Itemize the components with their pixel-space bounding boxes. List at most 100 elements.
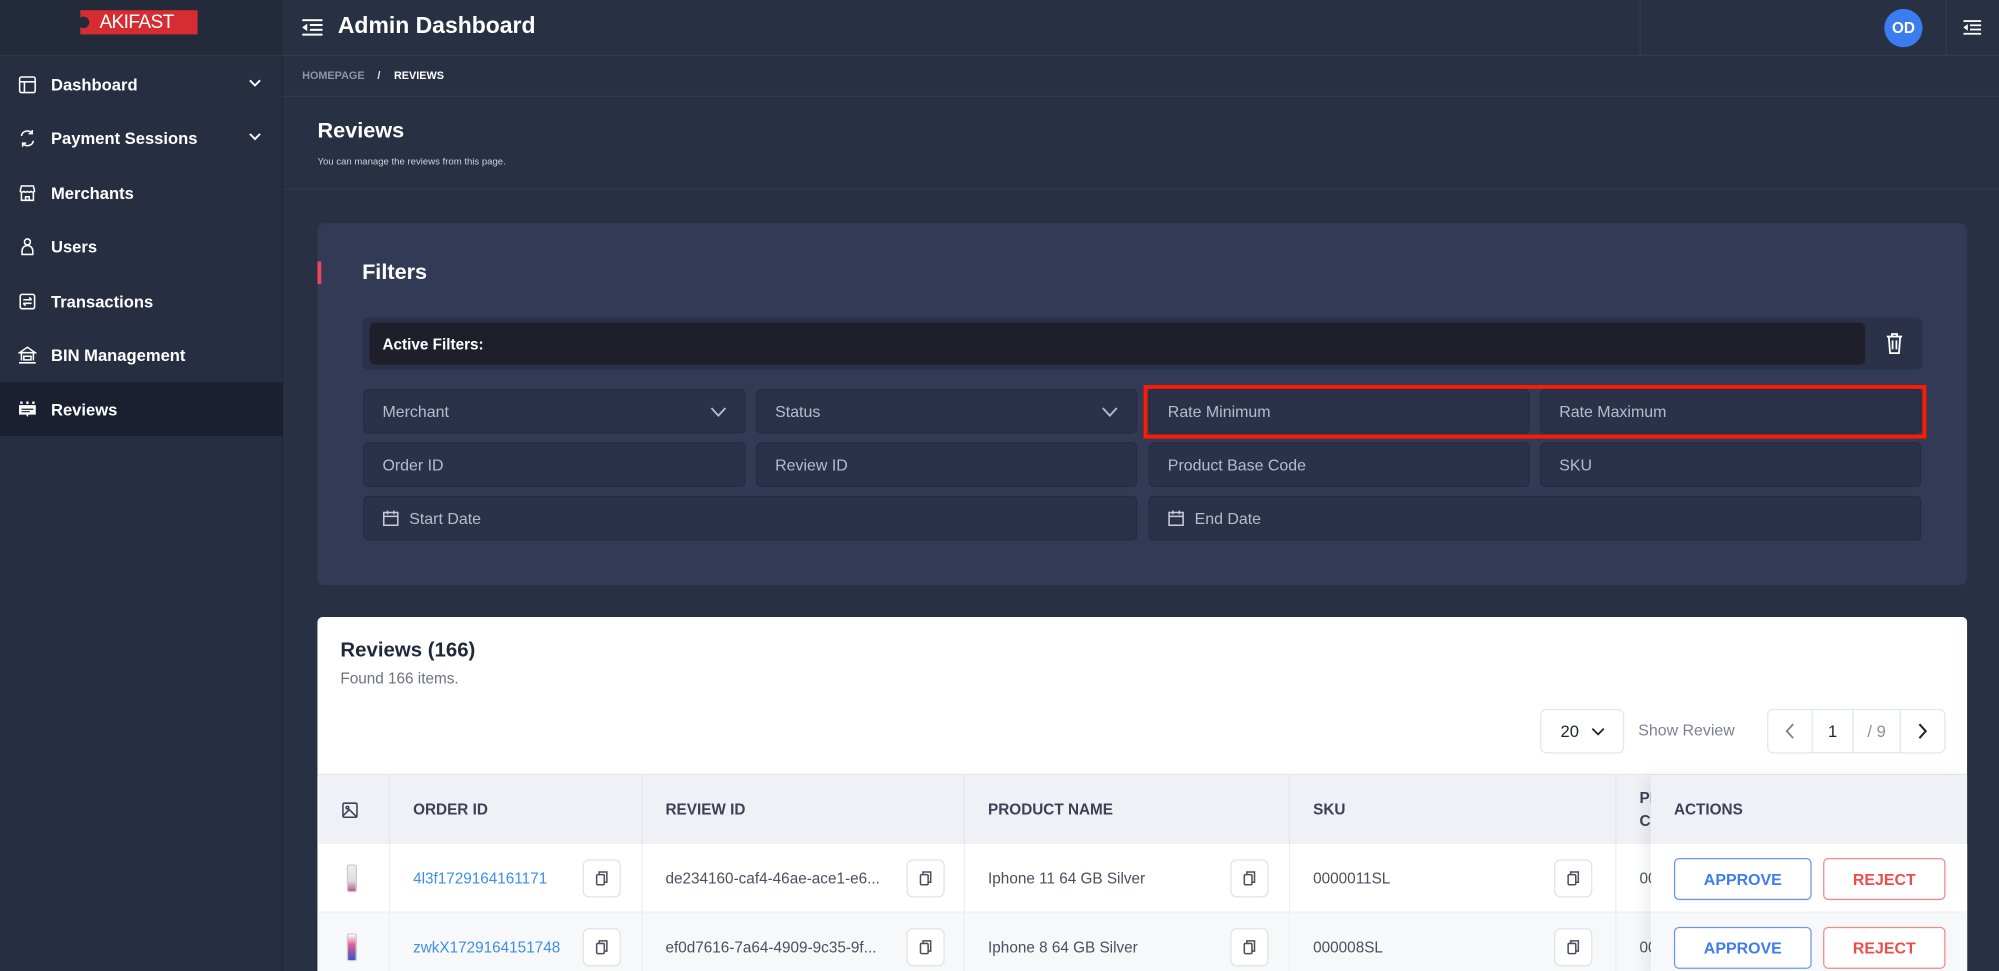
start-date-input[interactable]: Start Date <box>363 495 1138 541</box>
copy-icon <box>595 871 608 886</box>
sku-text: 000008SL <box>1313 937 1383 956</box>
copy-button[interactable] <box>906 859 945 898</box>
layout-icon <box>18 75 36 93</box>
partial-header-bottom: C <box>1639 812 1651 830</box>
sidebar-item-transactions[interactable]: Transactions <box>0 274 283 328</box>
copy-button[interactable] <box>582 928 621 967</box>
sku-cell: 000008SL <box>1290 912 1617 971</box>
current-page-input[interactable]: 1 <box>1811 708 1854 754</box>
order-id-cell: zwkX1729164151748 <box>390 912 643 971</box>
column-header-actions: ACTIONS <box>1650 775 1968 844</box>
collapse-panel-icon[interactable] <box>1963 19 1982 36</box>
product-name-cell: Iphone 8 64 GB Silver <box>965 912 1291 971</box>
active-filters-label: Active Filters: <box>369 322 1866 365</box>
breadcrumb-separator: / <box>377 68 381 82</box>
bank-icon <box>17 345 37 363</box>
logo-area: AKIFAST <box>0 0 284 57</box>
review-id-input[interactable]: Review ID <box>756 442 1138 488</box>
chevron-down-icon <box>1102 407 1118 417</box>
sidebar-item-bin-management[interactable]: BIN Management <box>0 328 283 382</box>
approve-button[interactable]: APPROVE <box>1673 926 1812 969</box>
collapse-menu-icon[interactable] <box>302 19 323 36</box>
sidebar-item-label: BIN Management <box>50 344 186 364</box>
page-gutter <box>1967 617 1999 971</box>
copy-button[interactable] <box>906 928 945 967</box>
end-date-placeholder: End Date <box>1194 509 1262 528</box>
product-thumbnail[interactable] <box>346 932 357 961</box>
page-size-select[interactable]: 20 <box>1540 708 1625 754</box>
reject-button[interactable]: REJECT <box>1823 926 1946 969</box>
copy-icon <box>919 871 932 886</box>
copy-button[interactable] <box>1230 928 1269 967</box>
sku-placeholder: SKU <box>1559 455 1592 474</box>
header-divider <box>1945 0 1947 57</box>
copy-icon <box>595 940 608 955</box>
copy-button[interactable] <box>582 859 621 898</box>
filters-title: Filters <box>362 260 428 285</box>
header-divider <box>1639 0 1641 57</box>
sidebar-item-payment-sessions[interactable]: Payment Sessions <box>0 111 283 165</box>
store-icon <box>19 184 36 201</box>
sku-text: 0000011SL <box>1313 868 1391 887</box>
copy-icon <box>1567 871 1580 886</box>
sidebar-item-label: Reviews <box>50 399 118 419</box>
order-id-link[interactable]: zwkX1729164151748 <box>413 938 560 956</box>
page-size-value: 20 <box>1560 721 1579 741</box>
breadcrumb-home[interactable]: HOMEPAGE <box>302 69 364 82</box>
trash-icon[interactable] <box>1886 331 1904 355</box>
order-id-input[interactable]: Order ID <box>363 442 746 488</box>
akifast-logo[interactable]: AKIFAST <box>77 10 198 35</box>
chevron-right-icon <box>1918 723 1928 739</box>
user-avatar[interactable]: OD <box>1884 8 1923 48</box>
product-name-text: Iphone 8 64 GB Silver <box>988 937 1138 956</box>
copy-button[interactable] <box>1554 928 1593 967</box>
breadcrumb-current: REVIEWS <box>393 68 444 82</box>
total-pages: / 9 <box>1852 708 1901 754</box>
column-header-review-id[interactable]: REVIEW ID <box>642 775 966 844</box>
sidebar-item-label: Users <box>50 236 98 256</box>
copy-button[interactable] <box>1230 859 1269 898</box>
end-date-input[interactable]: End Date <box>1148 495 1922 541</box>
review-id-placeholder: Review ID <box>775 455 848 474</box>
column-header-product-name[interactable]: PRODUCT NAME <box>965 775 1291 844</box>
sessions-icon <box>20 129 35 147</box>
sku-input[interactable]: SKU <box>1540 442 1922 488</box>
copy-icon <box>919 940 932 955</box>
copy-button[interactable] <box>1554 859 1593 898</box>
status-select[interactable]: Status <box>756 388 1138 434</box>
merchant-select[interactable]: Merchant <box>363 388 746 434</box>
product-name-cell: Iphone 11 64 GB Silver <box>965 843 1291 913</box>
chevron-down-icon <box>249 133 261 141</box>
column-header-image <box>318 775 391 844</box>
chevron-down-icon <box>249 79 261 87</box>
product-thumbnail[interactable] <box>346 863 357 892</box>
reject-button[interactable]: REJECT <box>1823 858 1946 901</box>
sidebar-item-label: Dashboard <box>50 74 138 94</box>
review-id-text: ef0d7616-7a64-4909-9c35-9f... <box>665 937 877 956</box>
sidebar-item-label: Transactions <box>50 291 154 311</box>
calendar-icon <box>382 510 399 527</box>
sidebar-item-users[interactable]: Users <box>0 219 283 273</box>
product-base-code-input[interactable]: Product Base Code <box>1148 442 1530 488</box>
copy-icon <box>1243 940 1256 955</box>
approve-button[interactable]: APPROVE <box>1673 858 1812 901</box>
start-date-placeholder: Start Date <box>409 509 481 528</box>
sidebar-item-label: Payment Sessions <box>50 128 198 148</box>
prev-page-button[interactable] <box>1767 708 1813 754</box>
next-page-button[interactable] <box>1899 708 1946 754</box>
sidebar-item-merchants[interactable]: Merchants <box>0 166 283 220</box>
column-header-order-id[interactable]: ORDER ID <box>390 775 643 844</box>
calendar-icon <box>1168 510 1184 527</box>
review-id-cell: de234160-caf4-46ae-ace1-e6... <box>642 843 966 913</box>
show-review-label: Show Review <box>1638 721 1735 740</box>
sidebar-item-dashboard[interactable]: Dashboard <box>0 57 283 111</box>
sidebar-item-reviews[interactable]: Reviews <box>0 382 284 437</box>
sidebar-item-label: Merchants <box>50 182 134 203</box>
order-id-link[interactable]: 4l3f1729164161171 <box>413 869 547 887</box>
product-name-text: Iphone 11 64 GB Silver <box>988 868 1146 887</box>
chevron-down-icon <box>710 407 727 417</box>
copy-icon <box>1567 940 1580 955</box>
order-id-cell: 4l3f1729164161171 <box>390 843 643 913</box>
column-header-sku[interactable]: SKU <box>1290 775 1617 844</box>
app-title: Admin Dashboard <box>337 12 536 39</box>
